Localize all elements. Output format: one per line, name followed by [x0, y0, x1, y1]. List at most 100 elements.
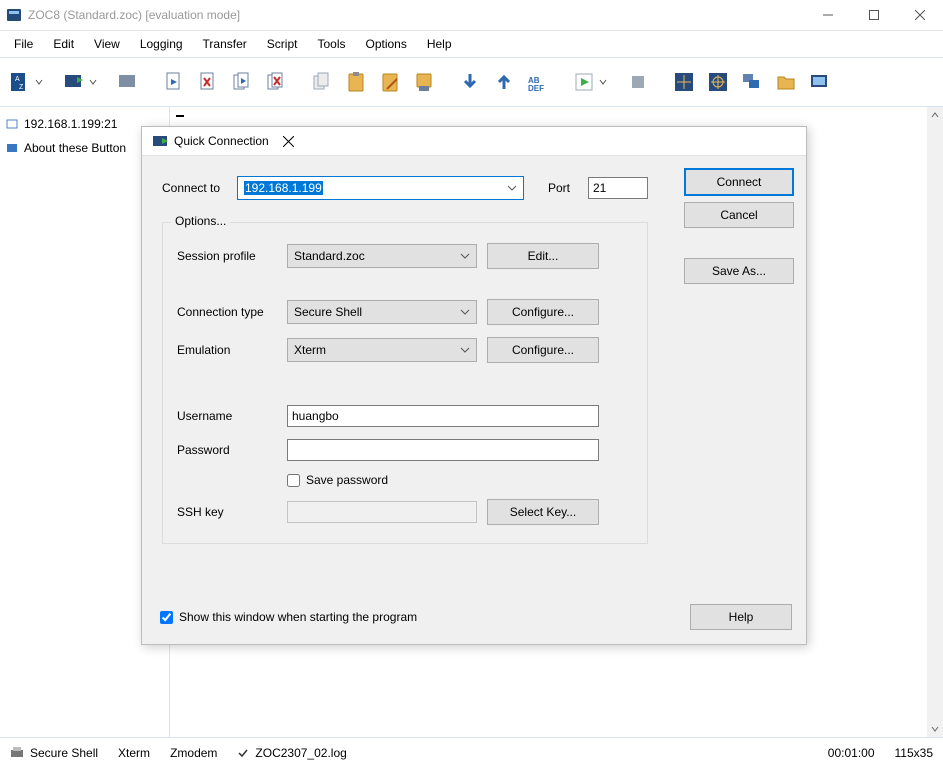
close-button[interactable]	[897, 0, 943, 30]
emulation-label: Emulation	[177, 343, 277, 357]
minimize-button[interactable]	[805, 0, 851, 30]
quick-connection-dialog: Quick Connection Connect to 192.168.1.19…	[141, 126, 807, 645]
scroll-up-icon[interactable]	[927, 107, 943, 123]
upload-button[interactable]	[488, 63, 520, 101]
pages-arrow-icon	[231, 71, 253, 93]
connect-to-value: 192.168.1.199	[244, 181, 323, 195]
dropdown-icon	[89, 78, 97, 86]
print-button[interactable]	[408, 63, 440, 101]
page-x-icon	[197, 71, 219, 93]
windows-icon	[741, 71, 763, 93]
dropdown-icon	[460, 251, 470, 261]
help-button[interactable]: Help	[690, 604, 792, 630]
menu-transfer[interactable]: Transfer	[193, 33, 257, 55]
clipboard-pencil-icon	[379, 71, 401, 93]
clipboard-printer-icon	[413, 71, 435, 93]
target1-button[interactable]	[668, 63, 700, 101]
scroll-down-icon[interactable]	[927, 721, 943, 737]
save-password-checkbox[interactable]: Save password	[287, 473, 388, 487]
show-on-startup-checkbox[interactable]: Show this window when starting the progr…	[160, 610, 417, 624]
dropdown-icon	[460, 307, 470, 317]
paste-edit-button[interactable]	[374, 63, 406, 101]
session-label: About these Button	[24, 141, 126, 155]
tile-windows-button[interactable]	[736, 63, 768, 101]
arrow-down-icon	[459, 71, 481, 93]
capture-start-button[interactable]	[226, 63, 258, 101]
dialog-close-button[interactable]	[269, 127, 309, 155]
maximize-button[interactable]	[851, 0, 897, 30]
menu-tools[interactable]: Tools	[307, 33, 355, 55]
arrow-up-icon	[493, 71, 515, 93]
folder-icon	[775, 71, 797, 93]
stop-script-button[interactable]	[622, 63, 654, 101]
status-bar: Secure Shell Xterm Zmodem ZOC2307_02.log…	[0, 737, 943, 768]
window-title: ZOC8 (Standard.zoc) [evaluation mode]	[28, 8, 240, 22]
host-directory-button[interactable]: AZ	[4, 63, 56, 101]
printer-icon	[10, 746, 24, 760]
monitor-play-icon	[63, 71, 85, 93]
dropdown-icon	[35, 78, 43, 86]
save-as-button[interactable]: Save As...	[684, 258, 794, 284]
crosshair-circle-icon	[707, 71, 729, 93]
cancel-button[interactable]: Cancel	[684, 202, 794, 228]
password-field[interactable]	[287, 439, 599, 461]
menu-logging[interactable]: Logging	[130, 33, 193, 55]
menu-options[interactable]: Options	[355, 33, 416, 55]
emulation-combo[interactable]: Xterm	[287, 338, 477, 362]
title-bar: ZOC8 (Standard.zoc) [evaluation mode]	[0, 0, 943, 31]
session-profile-label: Session profile	[177, 249, 277, 263]
configure-connection-button[interactable]: Configure...	[487, 299, 599, 325]
port-label: Port	[534, 181, 578, 195]
status-emulation: Xterm	[118, 746, 150, 760]
connect-button[interactable]: Connect	[684, 168, 794, 196]
edit-profile-button[interactable]: Edit...	[487, 243, 599, 269]
username-field[interactable]	[287, 405, 599, 427]
connection-type-combo[interactable]: Secure Shell	[287, 300, 477, 324]
quick-connect-button[interactable]	[58, 63, 110, 101]
select-key-button[interactable]: Select Key...	[487, 499, 599, 525]
session-active-icon	[6, 142, 18, 154]
copy-icon	[311, 71, 333, 93]
port-field[interactable]	[588, 177, 648, 199]
session-list-item[interactable]: About these Button	[6, 137, 163, 159]
new-session-button[interactable]	[804, 63, 836, 101]
log-stop-button[interactable]	[192, 63, 224, 101]
menu-view[interactable]: View	[84, 33, 130, 55]
session-profile-combo[interactable]: Standard.zoc	[287, 244, 477, 268]
menu-help[interactable]: Help	[417, 33, 462, 55]
pages-x-icon	[265, 71, 287, 93]
download-button[interactable]	[454, 63, 486, 101]
app-icon	[6, 7, 22, 23]
clipboard-icon	[345, 71, 367, 93]
connect-to-combo[interactable]: 192.168.1.199	[237, 176, 524, 200]
session-label: 192.168.1.199:21	[24, 117, 117, 131]
play-icon	[573, 71, 595, 93]
vertical-scrollbar[interactable]	[927, 107, 943, 737]
disconnect-button[interactable]	[112, 63, 144, 101]
session-list-item[interactable]: 192.168.1.199:21	[6, 113, 163, 135]
dropdown-icon	[599, 78, 607, 86]
connect-to-label: Connect to	[162, 181, 227, 195]
menu-bar: File Edit View Logging Transfer Script T…	[0, 31, 943, 57]
page-arrow-icon	[163, 71, 185, 93]
menu-script[interactable]: Script	[257, 33, 308, 55]
toolbar: AZ ABDEF	[0, 57, 943, 107]
menu-edit[interactable]: Edit	[43, 33, 84, 55]
dialog-title-bar: Quick Connection	[142, 127, 806, 156]
copy-button[interactable]	[306, 63, 338, 101]
ascii-send-button[interactable]: ABDEF	[522, 63, 554, 101]
open-folder-button[interactable]	[770, 63, 802, 101]
run-script-button[interactable]	[568, 63, 620, 101]
status-connection: Secure Shell	[10, 746, 98, 760]
dialog-title: Quick Connection	[174, 134, 269, 148]
configure-emulation-button[interactable]: Configure...	[487, 337, 599, 363]
paste-button[interactable]	[340, 63, 372, 101]
ssh-key-field	[287, 501, 477, 523]
target2-button[interactable]	[702, 63, 734, 101]
abc-icon: ABDEF	[527, 71, 549, 93]
menu-file[interactable]: File	[4, 33, 43, 55]
capture-stop-button[interactable]	[260, 63, 292, 101]
book-icon: AZ	[9, 71, 31, 93]
log-start-button[interactable]	[158, 63, 190, 101]
dialog-icon	[152, 133, 168, 149]
